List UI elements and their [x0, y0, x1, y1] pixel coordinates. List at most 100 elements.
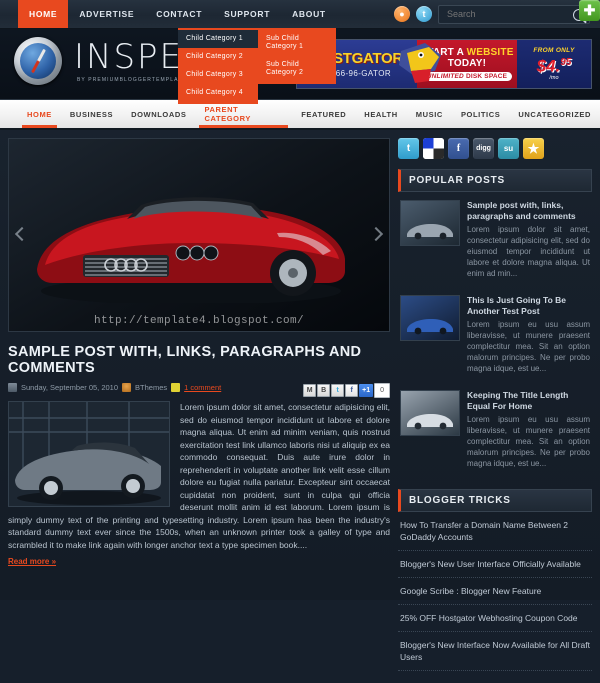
- post-thumbnail-image: [9, 402, 169, 506]
- hostgator-banner-ad[interactable]: HOSTGATOR 1-866-96-GATOR START A WEBSITE…: [296, 39, 592, 89]
- top-navigation: HOME ADVERTISE CONTACT SUPPORT ABOUT: [18, 0, 337, 28]
- dropdown-item-child-3[interactable]: Child Category 3: [178, 66, 258, 84]
- blogger-tricks-title: BLOGGER TRICKS: [398, 489, 592, 512]
- submenu-item-sub-child-1[interactable]: Sub Child Category 1: [258, 30, 336, 56]
- trick-link-3[interactable]: Google Scribe : Blogger New Feature: [398, 578, 592, 605]
- main-column: http://template4.blogspot.com/ SAMPLE PO…: [8, 138, 390, 683]
- post-body: Lorem ipsum dolor sit amet, consectetur …: [8, 401, 390, 569]
- dropdown-item-child-4[interactable]: Child Category 4: [178, 84, 258, 102]
- twitter-icon[interactable]: t: [416, 6, 432, 22]
- banner-price: $4.95: [537, 54, 572, 75]
- read-more-link[interactable]: Read more »: [8, 557, 56, 566]
- popular-post-item[interactable]: Sample post with, links, paragraphs and …: [398, 192, 592, 287]
- banner-price-main: $4.: [536, 56, 561, 76]
- facebook-icon[interactable]: f: [448, 138, 469, 159]
- post-title[interactable]: SAMPLE POST WITH, LINKS, PARAGRAPHS AND …: [8, 344, 390, 376]
- user-icon: [122, 383, 132, 392]
- trick-link-2[interactable]: Blogger's New User Interface Officially …: [398, 551, 592, 578]
- post-date: Sunday, September 05, 2010: [21, 383, 119, 392]
- rss-icon[interactable]: ●: [394, 6, 410, 22]
- popular-post-item[interactable]: Keeping The Title Length Equal For Home …: [398, 382, 592, 477]
- post-article: SAMPLE POST WITH, LINKS, PARAGRAPHS AND …: [8, 344, 390, 569]
- banner-headline-highlight: WEBSITE: [466, 47, 514, 58]
- stumbleupon-icon[interactable]: su: [498, 138, 519, 159]
- gmail-share-icon[interactable]: M: [303, 384, 317, 397]
- popular-post-title[interactable]: This Is Just Going To Be Another Test Po…: [467, 295, 590, 317]
- trick-link-4[interactable]: 25% OFF Hostgator Webhosting Coupon Code: [398, 605, 592, 632]
- nav-item-business[interactable]: BUSINESS: [61, 100, 122, 128]
- chevron-right-icon[interactable]: [371, 224, 385, 246]
- twitter-share-icon[interactable]: t: [331, 384, 345, 397]
- facebook-share-icon[interactable]: f: [345, 384, 359, 397]
- search-input[interactable]: [445, 8, 569, 20]
- featured-car-image: [37, 197, 345, 303]
- featured-slider: http://template4.blogspot.com/: [8, 138, 390, 332]
- google-plusone-count: 0: [374, 383, 390, 398]
- share-buttons: M B t f +1 0: [303, 383, 390, 398]
- top-nav-contact[interactable]: CONTACT: [145, 0, 213, 28]
- dropdown-column: Child Category 1 Child Category 2 Child …: [178, 28, 258, 104]
- favorites-star-icon[interactable]: ★: [523, 138, 544, 159]
- popular-post-excerpt: Lorem ipsum eu usu assum liberavisse, ut…: [467, 320, 590, 373]
- share-plus-icon[interactable]: ✚: [579, 0, 600, 21]
- nav-item-featured[interactable]: FEATURED: [292, 100, 355, 128]
- content-wrapper: http://template4.blogspot.com/ SAMPLE PO…: [0, 0, 600, 683]
- twitter-icon[interactable]: t: [398, 138, 419, 159]
- popular-posts-title: POPULAR POSTS: [398, 169, 592, 192]
- calendar-icon: [8, 383, 17, 392]
- top-bar-right: ● t: [394, 0, 590, 28]
- nav-item-downloads[interactable]: DOWNLOADS: [122, 100, 195, 128]
- search-box[interactable]: [438, 4, 590, 24]
- banner-price-cents: 95: [560, 57, 572, 69]
- category-dropdown: Child Category 1 Child Category 2 Child …: [178, 28, 336, 104]
- blogger-tricks-widget: BLOGGER TRICKS How To Transfer a Domain …: [398, 489, 592, 671]
- popular-post-title[interactable]: Keeping The Title Length Equal For Home: [467, 390, 590, 412]
- nav-item-health[interactable]: HEALTH: [355, 100, 406, 128]
- top-nav-advertise[interactable]: ADVERTISE: [68, 0, 145, 28]
- nav-item-home[interactable]: HOME: [18, 100, 61, 128]
- page-root: HOME ADVERTISE CONTACT SUPPORT ABOUT ● t…: [0, 0, 600, 671]
- banner-price-period: /mo: [549, 74, 559, 81]
- gator-mascot-icon: [399, 43, 441, 83]
- top-nav-about[interactable]: ABOUT: [281, 0, 337, 28]
- banner-subline-rest: DISK SPACE: [465, 73, 508, 80]
- popular-posts-widget: POPULAR POSTS Sample post with, links, p…: [398, 169, 592, 477]
- trick-link-1[interactable]: How To Transfer a Domain Name Between 2 …: [398, 512, 592, 551]
- post-comments-link[interactable]: 1 comment: [184, 383, 221, 392]
- popular-post-thumbnail: [400, 200, 460, 246]
- popular-post-excerpt: Lorem ipsum dolor sit amet, consectetur …: [467, 225, 590, 278]
- slider-watermark: http://template4.blogspot.com/: [93, 315, 305, 327]
- dropdown-item-child-2[interactable]: Child Category 2: [178, 48, 258, 66]
- chevron-left-icon[interactable]: [13, 224, 27, 246]
- banner-from-only: FROM ONLY: [533, 47, 575, 55]
- popular-post-title[interactable]: Sample post with, links, paragraphs and …: [467, 200, 590, 222]
- dropdown-item-child-1[interactable]: Child Category 1: [178, 30, 258, 48]
- digg-icon[interactable]: digg: [473, 138, 494, 159]
- trick-link-5[interactable]: Blogger's New Interface Now Available fo…: [398, 632, 592, 671]
- nav-item-music[interactable]: MUSIC: [407, 100, 452, 128]
- main-navigation: HOME BUSINESS DOWNLOADS PARENT CATEGORY …: [0, 100, 600, 130]
- post-text-lead: Lorem ipsum dolor sit: [180, 402, 262, 412]
- popular-post-item[interactable]: This Is Just Going To Be Another Test Po…: [398, 287, 592, 382]
- popular-post-thumbnail: [400, 390, 460, 436]
- comment-icon: [171, 383, 181, 392]
- banner-right: FROM ONLY $4.95 /mo: [517, 40, 591, 88]
- blogger-tricks-list: How To Transfer a Domain Name Between 2 …: [398, 512, 592, 671]
- top-nav-home[interactable]: HOME: [18, 0, 69, 28]
- submenu-item-sub-child-2[interactable]: Sub Child Category 2: [258, 56, 336, 82]
- post-author: BThemes: [135, 383, 168, 392]
- compass-icon: [14, 37, 62, 85]
- nav-item-politics[interactable]: POLITICS: [452, 100, 509, 128]
- google-plusone-button[interactable]: +1: [359, 384, 374, 397]
- nav-item-uncategorized[interactable]: UNCATEGORIZED: [509, 100, 600, 128]
- social-icons-bar: t f digg su ★ ✚: [398, 0, 600, 159]
- dropdown-submenu: Sub Child Category 1 Sub Child Category …: [258, 28, 336, 84]
- sidebar: t f digg su ★ ✚ POPULAR POSTS Sample pos: [398, 0, 600, 683]
- delicious-icon[interactable]: [423, 138, 444, 159]
- post-thumbnail: [8, 401, 170, 507]
- top-nav-support[interactable]: SUPPORT: [213, 0, 281, 28]
- nav-item-parent-category[interactable]: PARENT CATEGORY: [195, 100, 292, 128]
- popular-post-thumbnail: [400, 295, 460, 341]
- blogger-share-icon[interactable]: B: [317, 384, 331, 397]
- popular-post-excerpt: Lorem ipsum eu usu assum liberavisse, ut…: [467, 415, 590, 468]
